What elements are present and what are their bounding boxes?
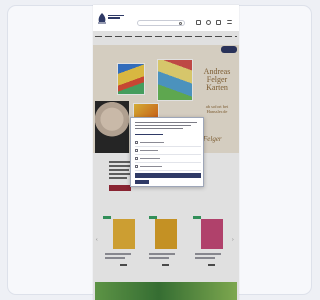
- consent-option-necessary[interactable]: [135, 140, 201, 147]
- option-label: [140, 150, 158, 152]
- checkbox[interactable]: [135, 149, 138, 152]
- logo-icon[interactable]: [97, 13, 107, 24]
- heart-icon[interactable]: [206, 20, 211, 25]
- site-header: [93, 5, 239, 31]
- search-icon[interactable]: [179, 22, 182, 25]
- search-input[interactable]: [137, 20, 185, 26]
- dialog-title: [135, 122, 197, 124]
- consent-option-preferences[interactable]: [135, 148, 201, 155]
- dialog-link[interactable]: [135, 134, 163, 136]
- checkbox[interactable]: [135, 165, 138, 168]
- user-icon[interactable]: [196, 20, 201, 25]
- option-label: [140, 158, 160, 160]
- cookie-consent-dialog: [130, 117, 204, 187]
- option-label: [140, 142, 164, 144]
- save-settings-button[interactable]: [135, 180, 149, 184]
- checkbox[interactable]: [135, 141, 138, 144]
- menu-icon[interactable]: [227, 20, 232, 24]
- option-label: [140, 166, 162, 168]
- accept-all-button[interactable]: [135, 173, 201, 178]
- checkbox[interactable]: [135, 157, 138, 160]
- cart-icon[interactable]: [216, 20, 221, 25]
- dialog-text: [135, 125, 191, 127]
- brand-name: [108, 14, 126, 19]
- dialog-text: [135, 128, 183, 130]
- consent-option-statistics[interactable]: [135, 156, 201, 163]
- consent-option-marketing[interactable]: [135, 164, 201, 171]
